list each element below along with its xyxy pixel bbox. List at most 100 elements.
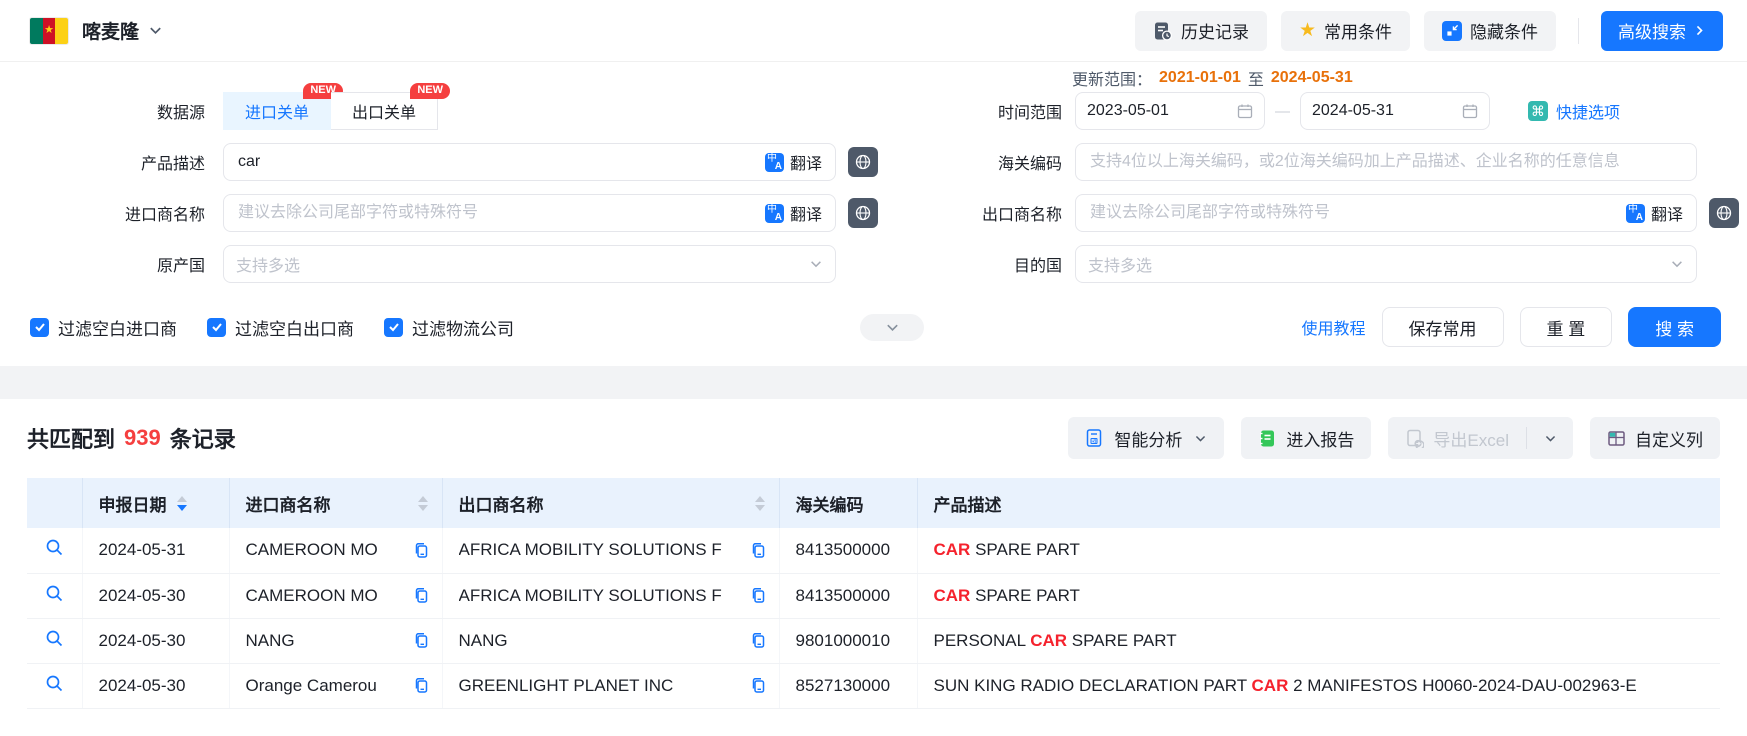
count-number: 939: [124, 425, 161, 451]
count-prefix: 共匹配到: [27, 422, 115, 454]
origin-placeholder: 支持多选: [236, 252, 300, 276]
date-range-dash: —: [1275, 103, 1290, 120]
save-conditions-button[interactable]: 保存常用: [1382, 307, 1504, 347]
cell-importer: Orange Camerou: [246, 676, 377, 696]
enter-report-button[interactable]: 进入报告: [1241, 417, 1371, 459]
row-detail-search-icon[interactable]: [45, 674, 64, 693]
export-excel-button[interactable]: 导出Excel: [1388, 417, 1526, 459]
copy-icon[interactable]: [413, 677, 430, 694]
importer-input-wrap: 中A 翻译: [223, 194, 836, 232]
translate-icon: 中A: [765, 153, 784, 172]
command-icon: ⌘: [1528, 101, 1548, 121]
chevron-down-icon: [1670, 257, 1684, 271]
checkbox-filter-blank-importer[interactable]: 过滤空白进口商: [30, 315, 177, 340]
smart-analysis-button[interactable]: BI 智能分析: [1068, 417, 1224, 459]
checkbox-label: 过滤空白进口商: [58, 315, 177, 340]
sort-importer[interactable]: [418, 496, 428, 511]
row-detail-search-icon[interactable]: [45, 538, 64, 557]
exporter-language-button[interactable]: [1709, 198, 1739, 228]
header-declaration-date[interactable]: 申报日期: [82, 478, 229, 528]
product-language-button[interactable]: [848, 147, 878, 177]
cell-exporter: GREENLIGHT PLANET INC: [459, 676, 674, 696]
sort-date[interactable]: [177, 496, 187, 511]
importer-input[interactable]: [236, 203, 756, 223]
chevron-right-icon: [1693, 24, 1706, 37]
customize-columns-button[interactable]: 自定义列: [1590, 417, 1720, 459]
report-icon: [1258, 429, 1277, 448]
datasource-label: 数据源: [0, 99, 205, 123]
tutorial-link[interactable]: 使用教程: [1302, 315, 1366, 339]
checkbox-filter-logistics[interactable]: 过滤物流公司: [384, 315, 514, 340]
exporter-translate-button[interactable]: 中A 翻译: [1617, 201, 1692, 225]
header-importer[interactable]: 进口商名称: [229, 478, 442, 528]
hide-conditions-button[interactable]: 隐藏条件: [1424, 11, 1556, 51]
results-header: 共匹配到 939 条记录 BI 智能分析 进入报告 导出Excel: [27, 414, 1720, 462]
reset-button[interactable]: 重 置: [1520, 307, 1613, 347]
cell-importer: NANG: [246, 631, 295, 651]
update-range-label: 更新范围：: [1072, 66, 1152, 90]
destination-placeholder: 支持多选: [1088, 252, 1152, 276]
checkbox-checked-icon: [30, 318, 49, 337]
top-bar: ★ 喀麦隆 历史记录 ★ 常用条件 隐藏条件 高级搜索: [0, 0, 1747, 62]
hide-conditions-label: 隐藏条件: [1470, 18, 1538, 43]
table-row: 2024-05-30 NANG NANG 9801000010 PERSONAL…: [27, 618, 1720, 663]
collapse-icon: [1442, 21, 1462, 41]
copy-icon[interactable]: [750, 542, 767, 559]
keyword-highlight: CAR: [1252, 676, 1289, 695]
svg-text:BI: BI: [1092, 439, 1098, 445]
checkbox-label: 过滤物流公司: [412, 315, 514, 340]
checkbox-filter-blank-exporter[interactable]: 过滤空白出口商: [207, 315, 354, 340]
product-input[interactable]: [236, 152, 756, 172]
tab-export-declarations[interactable]: 出口关单 NEW: [331, 92, 438, 130]
date-to-value: 2024-05-31: [1312, 102, 1394, 120]
date-to-input[interactable]: 2024-05-31: [1300, 92, 1490, 130]
row-detail-search-icon[interactable]: [45, 629, 64, 648]
form-row-importer-exporter: 进口商名称 中A 翻译 出口商名称 中A 翻译: [0, 194, 1747, 232]
translate-icon: 中A: [765, 204, 784, 223]
sort-exporter[interactable]: [755, 496, 765, 511]
origin-label: 原产国: [0, 252, 205, 276]
tab-import-declarations[interactable]: 进口关单 NEW: [223, 92, 331, 130]
copy-icon[interactable]: [413, 587, 430, 604]
globe-icon: [1715, 204, 1733, 222]
keyword-highlight: CAR: [934, 586, 971, 605]
search-button[interactable]: 搜 索: [1628, 307, 1721, 347]
count-suffix: 条记录: [170, 422, 236, 454]
cell-hscode: 8413500000: [779, 573, 917, 618]
cell-importer: CAMEROON MO: [246, 586, 378, 606]
header-description: 产品描述: [917, 478, 1720, 528]
destination-select[interactable]: 支持多选: [1075, 245, 1697, 283]
collapse-form-button[interactable]: [860, 314, 924, 341]
exporter-input[interactable]: [1088, 203, 1617, 223]
star-icon: ★: [1299, 21, 1316, 40]
quick-options-link[interactable]: ⌘ 快捷选项: [1528, 99, 1620, 123]
datasource-tabs: 进口关单 NEW 出口关单 NEW: [223, 92, 438, 130]
row-detail-search-icon[interactable]: [45, 584, 64, 603]
country-dropdown[interactable]: [148, 23, 163, 38]
header-exporter[interactable]: 出口商名称: [442, 478, 779, 528]
importer-translate-button[interactable]: 中A 翻译: [756, 201, 831, 225]
time-range-label: 时间范围: [878, 99, 1062, 123]
translate-label: 翻译: [790, 201, 822, 225]
chevron-down-icon: [885, 320, 900, 335]
date-from-input[interactable]: 2023-05-01: [1075, 92, 1265, 130]
form-row-datasource-time: 数据源 进口关单 NEW 出口关单 NEW 时间范围 2023-05-01 — …: [0, 92, 1747, 130]
cell-description: CAR SPARE PART: [917, 528, 1720, 573]
origin-select[interactable]: 支持多选: [223, 245, 836, 283]
copy-icon[interactable]: [750, 632, 767, 649]
advanced-search-button[interactable]: 高级搜索: [1601, 11, 1723, 51]
history-button[interactable]: 历史记录: [1135, 11, 1267, 51]
copy-icon[interactable]: [413, 632, 430, 649]
results-section: 共匹配到 939 条记录 BI 智能分析 进入报告 导出Excel: [0, 399, 1747, 709]
export-options-button[interactable]: [1527, 417, 1573, 459]
bi-analysis-icon: BI: [1085, 428, 1105, 448]
enter-report-label: 进入报告: [1286, 426, 1354, 451]
copy-icon[interactable]: [750, 677, 767, 694]
copy-icon[interactable]: [750, 587, 767, 604]
hscode-input[interactable]: [1088, 152, 1684, 172]
copy-icon[interactable]: [413, 542, 430, 559]
importer-language-button[interactable]: [848, 198, 878, 228]
product-translate-button[interactable]: 中A 翻译: [756, 150, 831, 174]
favorites-button[interactable]: ★ 常用条件: [1281, 11, 1410, 51]
history-label: 历史记录: [1181, 18, 1249, 43]
